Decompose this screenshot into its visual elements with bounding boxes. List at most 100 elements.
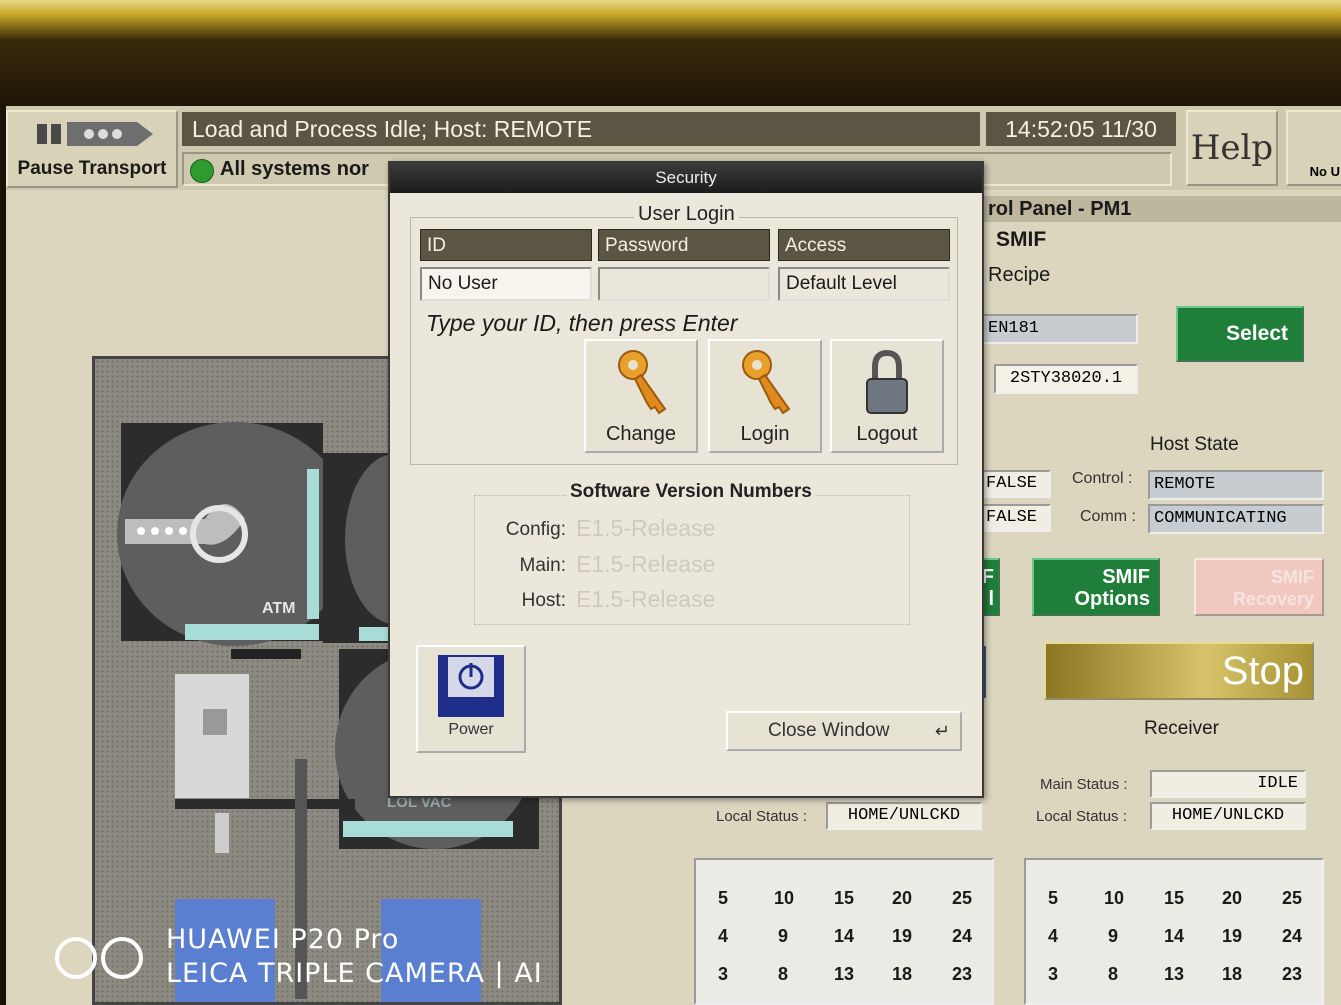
screen: Pause Transport Load and Process Idle; H… xyxy=(6,106,1341,1005)
host-state-label: Host State xyxy=(1150,434,1239,455)
receiver-slot-grid: 5 10 15 20 25 4 9 14 19 24 3 8 13 18 23 xyxy=(1024,858,1324,1005)
systems-status-text: All systems nor xyxy=(220,158,369,180)
slot-number[interactable]: 5 xyxy=(1048,888,1058,909)
slot-number[interactable]: 25 xyxy=(1282,888,1302,909)
slot-number[interactable]: 9 xyxy=(1108,926,1118,947)
control-panel-title: rol Panel - PM1 xyxy=(984,196,1341,222)
slot-number[interactable]: 4 xyxy=(1048,926,1058,947)
slot-number[interactable]: 24 xyxy=(1282,926,1302,947)
slot-number[interactable]: 20 xyxy=(1222,888,1242,909)
clock: 14:52:05 11/30 xyxy=(986,112,1176,146)
sender-local-status-label: Local Status : xyxy=(716,808,807,825)
slot-number[interactable]: 15 xyxy=(1164,888,1184,909)
slot-number[interactable]: 23 xyxy=(952,964,972,985)
slot-number[interactable]: 5 xyxy=(718,888,728,909)
key-icon xyxy=(742,350,791,415)
login-button[interactable]: Login xyxy=(708,339,822,453)
smif-label: SMIF xyxy=(996,228,1047,251)
no-user-label: No U xyxy=(1309,164,1340,179)
false-field-1: FALSE xyxy=(981,470,1051,498)
slot-number[interactable]: 15 xyxy=(834,888,854,909)
slot-number[interactable]: 4 xyxy=(718,926,728,947)
password-input[interactable] xyxy=(598,267,770,301)
access-field: Default Level xyxy=(778,267,950,301)
login-instruction: Type your ID, then press Enter xyxy=(426,310,738,336)
slot-number[interactable]: 19 xyxy=(892,926,912,947)
close-window-button[interactable]: Close Window ↵ xyxy=(726,711,962,751)
logout-label: Logout xyxy=(856,423,918,445)
login-label: Login xyxy=(740,423,790,445)
slot-number[interactable]: 19 xyxy=(1222,926,1242,947)
slot-number[interactable]: 24 xyxy=(952,926,972,947)
config-version: E1.5-Release xyxy=(576,515,716,541)
leica-rings-icon xyxy=(55,937,143,979)
pause-transport-label: Pause Transport xyxy=(17,158,167,179)
select-button[interactable]: Select xyxy=(1176,306,1304,362)
config-label: Config: xyxy=(505,519,566,540)
close-window-label: Close Window xyxy=(768,720,890,741)
false-field-2: FALSE xyxy=(981,504,1051,532)
slot-number[interactable]: 14 xyxy=(834,926,854,947)
smif-options-button[interactable]: SMIF Options xyxy=(1032,558,1160,616)
version-title: Software Version Numbers xyxy=(566,481,816,503)
main-label: Main: xyxy=(519,555,566,576)
host-label: Host: xyxy=(521,590,566,611)
change-label: Change xyxy=(605,423,677,445)
sender-slot-grid: 5 10 15 20 25 4 9 14 19 24 3 8 13 18 23 xyxy=(694,858,994,1005)
receiver-label: Receiver xyxy=(1144,718,1219,739)
security-dialog: Security User Login ID Password Access N… xyxy=(388,161,984,798)
return-arrow-icon: ↵ xyxy=(934,721,950,741)
slot-number[interactable]: 8 xyxy=(778,964,788,985)
slot-number[interactable]: 18 xyxy=(892,964,912,985)
slot-number[interactable]: 3 xyxy=(718,964,728,985)
smif-recovery-button[interactable]: SMIF Recovery xyxy=(1194,558,1324,616)
receiver-main-status-label: Main Status : xyxy=(1040,776,1128,793)
slot-number[interactable]: 3 xyxy=(1048,964,1058,985)
sender-local-status: HOME/UNLCKD xyxy=(826,802,982,830)
no-user-button[interactable]: No U xyxy=(1286,110,1341,186)
recipe-id-field[interactable]: 2STY38020.1 xyxy=(994,364,1138,394)
pause-transport-button[interactable]: Pause Transport xyxy=(6,110,178,188)
host-version: E1.5-Release xyxy=(576,586,716,612)
slot-number[interactable]: 13 xyxy=(834,964,854,985)
slot-number[interactable]: 10 xyxy=(774,888,794,909)
stop-button[interactable]: Stop xyxy=(1044,642,1314,700)
receiver-local-status: HOME/UNLCKD xyxy=(1150,802,1306,830)
comm-value: COMMUNICATING xyxy=(1148,504,1324,534)
slot-number[interactable]: 20 xyxy=(892,888,912,909)
watermark-model: HUAWEI P20 Pro xyxy=(166,924,400,955)
slot-number[interactable]: 18 xyxy=(1222,964,1242,985)
receiver-main-status: IDLE xyxy=(1150,770,1306,798)
recipe-field[interactable]: EN181 xyxy=(982,314,1138,344)
key-icon xyxy=(618,350,667,415)
process-status: Load and Process Idle; Host: REMOTE xyxy=(182,112,980,146)
help-button[interactable]: Help xyxy=(1186,110,1278,186)
power-button[interactable]: Power xyxy=(416,645,526,753)
user-login-title: User Login xyxy=(634,203,739,226)
slot-number[interactable]: 14 xyxy=(1164,926,1184,947)
watermark-camera: LEICA TRIPLE CAMERA | AI xyxy=(166,958,543,989)
id-header: ID xyxy=(420,229,592,261)
slot-number[interactable]: 9 xyxy=(778,926,788,947)
control-value: REMOTE xyxy=(1148,470,1324,500)
receiver-local-status-label: Local Status : xyxy=(1036,808,1127,825)
password-header: Password xyxy=(598,229,770,261)
transport-icon xyxy=(37,122,153,146)
monitor-bezel xyxy=(0,0,1341,110)
slot-number[interactable]: 8 xyxy=(1108,964,1118,985)
power-icon xyxy=(438,655,504,717)
lock-icon xyxy=(866,349,908,414)
slot-number[interactable]: 23 xyxy=(1282,964,1302,985)
help-label: Help xyxy=(1190,128,1274,168)
slot-number[interactable]: 10 xyxy=(1104,888,1124,909)
slot-number[interactable]: 25 xyxy=(952,888,972,909)
change-button[interactable]: Change xyxy=(584,339,698,453)
id-input[interactable]: No User xyxy=(420,267,592,301)
logout-button[interactable]: Logout xyxy=(830,339,944,453)
slot-number[interactable]: 13 xyxy=(1164,964,1184,985)
status-ok-icon xyxy=(190,159,214,183)
dialog-title: Security xyxy=(390,163,982,193)
atm-label: ATM xyxy=(262,600,296,617)
access-header: Access xyxy=(778,229,950,261)
comm-label: Comm : xyxy=(1080,508,1136,525)
